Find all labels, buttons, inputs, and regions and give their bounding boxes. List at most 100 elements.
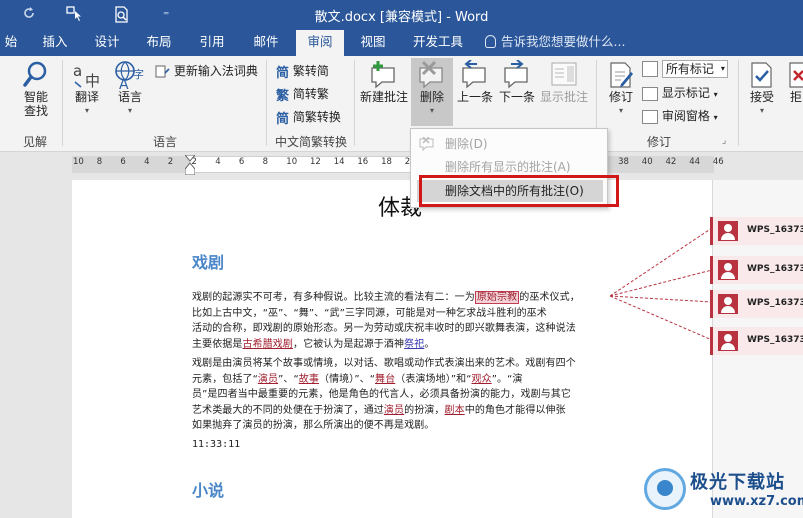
comment-bubble[interactable]: WPS_16373265 bbox=[710, 217, 803, 245]
tab-developer[interactable]: 开发工具 bbox=[404, 30, 472, 56]
group-separator bbox=[354, 60, 355, 146]
tell-me-search[interactable]: 告诉我您想要做什么... bbox=[485, 30, 625, 56]
tab-design[interactable]: 设计 bbox=[86, 30, 128, 56]
tell-me-text: 告诉我您想要做什么... bbox=[501, 34, 626, 49]
reject-icon bbox=[789, 62, 803, 88]
chinese-conversion-button[interactable]: 简 简繁转换 bbox=[276, 108, 341, 127]
ribbon: 智能 查找 见解 a中 翻译 ▾ A字 语言 ▾ 更新输入法词典 语言 简 繁转… bbox=[0, 56, 803, 152]
show-markup-label: 显示标记 bbox=[661, 86, 710, 100]
ruler-tick-label: 10 bbox=[73, 157, 84, 167]
indent-marker[interactable] bbox=[183, 154, 197, 176]
tab-home[interactable]: 始 bbox=[0, 30, 22, 56]
ruler-tick-label: 6 bbox=[238, 157, 245, 167]
track-changes-icon bbox=[610, 62, 633, 88]
show-markup-icon bbox=[642, 86, 658, 101]
tab-insert[interactable]: 插入 bbox=[34, 30, 76, 56]
site-watermark: 极光下载站 www.xz7.com bbox=[644, 464, 803, 516]
translate-icon: a中 bbox=[73, 62, 100, 90]
commented-text[interactable]: 原始宗教 bbox=[474, 291, 520, 304]
accept-label: 接受 bbox=[749, 90, 774, 104]
comment-author: WPS_16373265 bbox=[747, 225, 803, 235]
tab-mailings[interactable]: 邮件 bbox=[245, 30, 287, 56]
ruler-tick-label: 4 bbox=[215, 157, 221, 167]
smart-lookup-button[interactable]: 智能 查找 bbox=[14, 60, 58, 118]
group-separator bbox=[62, 60, 63, 146]
update-ime-dictionary-button[interactable]: 更新输入法词典 bbox=[155, 62, 258, 79]
delete-comment-button[interactable]: 删除 ▾ bbox=[411, 58, 453, 126]
delete-comment-icon bbox=[419, 60, 443, 89]
ruler-tick-label: 42 bbox=[665, 157, 677, 167]
ruler-tick-label: 6 bbox=[120, 157, 126, 167]
avatar-icon bbox=[718, 294, 738, 314]
update-ime-label: 更新输入法词典 bbox=[173, 64, 258, 78]
link-actor-2[interactable]: 演员 bbox=[384, 405, 404, 416]
ruler-tick-label: 38 bbox=[618, 157, 629, 167]
language-globe-icon: A字 bbox=[115, 61, 144, 90]
ruler-tick-label: 16 bbox=[357, 157, 369, 167]
chevron-down-icon: ▾ bbox=[429, 106, 434, 115]
comment-bubble[interactable]: WPS_16373265 bbox=[710, 327, 803, 355]
track-changes-label: 修订 bbox=[608, 90, 633, 104]
ribbon-tabs: 始 插入 设计 布局 引用 邮件 审阅 视图 开发工具 告诉我您想要做什么... bbox=[0, 30, 803, 56]
dialog-launcher-icon[interactable]: ⌟ bbox=[722, 136, 726, 146]
paragraph-drama-definition[interactable]: 戏剧是由演员将某个故事或情境，以对话、歌唱或动作式表演出来的艺术。戏剧有四个 元… bbox=[192, 356, 614, 434]
link-sacrifice[interactable]: 祭祀 bbox=[404, 339, 424, 350]
link-audience[interactable]: 观众 bbox=[472, 374, 492, 385]
insights-group-label: 见解 bbox=[22, 135, 47, 149]
comment-bubble[interactable]: WPS_16373265 bbox=[710, 256, 803, 284]
avatar-icon bbox=[718, 260, 738, 280]
show-comments-icon bbox=[551, 62, 577, 86]
show-comments-button[interactable]: 显示批注 bbox=[538, 60, 590, 104]
reviewing-pane-button[interactable]: 审阅窗格 ▾ bbox=[642, 107, 718, 124]
translate-label: 翻译 bbox=[74, 90, 99, 104]
link-story[interactable]: 故事 bbox=[299, 374, 319, 385]
search-icon bbox=[23, 61, 47, 87]
watermark-logo-icon bbox=[644, 468, 686, 510]
translate-button[interactable]: a中 翻译 ▾ bbox=[68, 60, 106, 118]
simplified-to-traditional-button[interactable]: 繁 简转繁 bbox=[276, 85, 329, 104]
previous-comment-button[interactable]: 上一条 bbox=[455, 60, 495, 104]
tab-references[interactable]: 引用 bbox=[191, 30, 233, 56]
traditional-to-simplified-button[interactable]: 简 繁转简 bbox=[276, 62, 329, 81]
lightbulb-icon bbox=[485, 35, 496, 48]
title-bar: ⁼ 散文.docx [兼容模式] - Word bbox=[0, 0, 803, 30]
new-comment-button[interactable]: 新建批注 bbox=[358, 60, 410, 104]
comment-connector-lines bbox=[609, 227, 713, 341]
chevron-down-icon: ▾ bbox=[618, 106, 623, 115]
tab-review[interactable]: 审阅 bbox=[296, 30, 344, 56]
comment-author: WPS_16373265 bbox=[747, 264, 803, 274]
tab-layout[interactable]: 布局 bbox=[138, 30, 180, 56]
chevron-down-icon: ▾ bbox=[713, 113, 718, 122]
chevron-down-icon: ▾ bbox=[84, 106, 89, 115]
group-separator bbox=[266, 60, 267, 146]
heading-drama: 戏剧 bbox=[192, 253, 225, 272]
language-button[interactable]: A字 语言 ▾ bbox=[110, 60, 150, 118]
show-markup-button[interactable]: 显示标记 ▾ bbox=[642, 84, 718, 101]
next-comment-button[interactable]: 下一条 bbox=[497, 60, 537, 104]
new-comment-label: 新建批注 bbox=[359, 90, 408, 104]
chevron-down-icon: ▾ bbox=[720, 64, 725, 73]
link-script[interactable]: 剧本 bbox=[445, 405, 465, 416]
word-window: ⁼ 散文.docx [兼容模式] - Word 始 插入 设计 布局 引用 邮件… bbox=[0, 0, 803, 518]
link-stage[interactable]: 舞台 bbox=[375, 374, 395, 385]
paragraph-drama-origin[interactable]: 戏剧的起源实不可考，有多种假说。比较主流的看法有二：一为 原始宗教 的巫术仪式， 比… bbox=[192, 290, 614, 352]
new-comment-icon bbox=[371, 61, 395, 89]
ruler-tick-label: 8 bbox=[262, 157, 269, 167]
link-actor[interactable]: 演员 bbox=[258, 374, 278, 385]
language-label: 语言 bbox=[117, 90, 142, 104]
to-traditional-label: 简转繁 bbox=[292, 87, 329, 101]
accept-button[interactable]: 接受 ▾ bbox=[744, 60, 780, 118]
comment-bubble[interactable]: WPS_16373265 bbox=[710, 290, 803, 318]
markup-mode-value: 所有标记 bbox=[665, 62, 714, 76]
tab-view[interactable]: 视图 bbox=[352, 30, 394, 56]
horizontal-ruler[interactable]: 1086422468101214161820222426283032343638… bbox=[0, 153, 803, 176]
svg-text:字: 字 bbox=[133, 67, 144, 81]
convert-char-icon: 简 bbox=[276, 66, 290, 81]
reject-label: 拒 bbox=[789, 90, 802, 104]
reject-button[interactable]: 拒 bbox=[786, 60, 803, 104]
markup-mode-select[interactable]: 所有标记 ▾ bbox=[642, 60, 728, 78]
link-greek-drama[interactable]: 古希腊戏剧 bbox=[243, 339, 294, 350]
track-changes-button[interactable]: 修订 ▾ bbox=[603, 60, 639, 118]
menu-item-delete[interactable]: 删除(D) bbox=[411, 133, 607, 155]
heading-novel: 小说 bbox=[192, 481, 225, 500]
